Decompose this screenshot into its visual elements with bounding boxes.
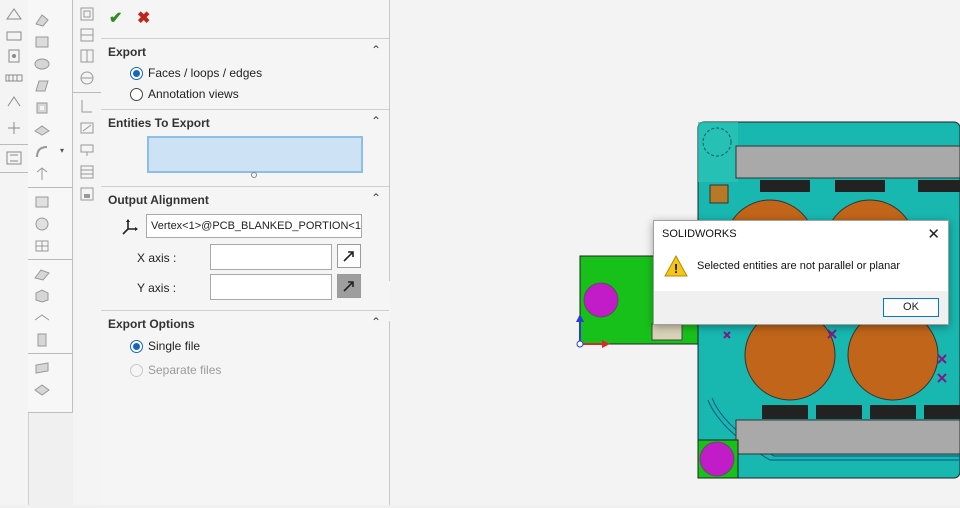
toolbar-separator [28,353,72,354]
sm-icon-8[interactable] [78,164,96,180]
close-icon[interactable]: ✕ [927,225,940,243]
left-toolbar-strip [0,0,29,505]
y-axis-label: Y axis : [137,281,177,295]
feature-icon-5[interactable] [33,100,51,116]
tool-icon-5[interactable] [5,93,23,109]
cross-icon[interactable]: ✖ [137,8,150,28]
radio-label: Separate files [148,363,222,377]
export-section: Export ⌃ Faces / loops / edges Annotatio… [101,38,389,109]
radio-button[interactable] [130,363,143,377]
feature-icon-3[interactable] [33,56,51,72]
toolbar-separator [0,172,28,173]
radio-button[interactable] [130,66,143,80]
y-axis-field[interactable] [210,274,332,300]
feature-icon-6[interactable] [33,122,51,138]
tool-icon-7[interactable] [5,150,23,166]
section-title: Output Alignment [108,193,209,207]
radio-button[interactable] [130,339,143,353]
dialog-title: SOLIDWORKS [662,228,737,240]
tool-icon-3[interactable] [5,48,23,64]
feature-icon-14[interactable] [33,310,51,326]
radio-label: Annotation views [148,87,239,101]
warning-icon: ! [664,254,688,277]
toolbar-separator [28,187,72,188]
collapse-chevron-icon[interactable]: ⌃ [371,191,381,205]
toolbar-separator [73,92,101,93]
toolbar-separator [28,259,72,260]
check-icon[interactable]: ✔ [109,8,122,28]
sm-icon-4[interactable] [78,70,96,86]
radio-single-file[interactable]: Single file [130,339,200,353]
x-axis-field[interactable] [210,244,332,270]
feature-icon-1[interactable] [33,12,51,28]
radio-annotation-views[interactable]: Annotation views [130,87,239,101]
radio-separate-files[interactable]: Separate files [130,363,221,377]
collapse-chevron-icon[interactable]: ⌃ [371,315,381,329]
feature-icon-8[interactable] [33,166,51,182]
dialog-body: ! Selected entities are not parallel or … [654,246,948,291]
entities-selection-box[interactable] [147,136,363,173]
section-title: Export Options [108,317,195,331]
sm-icon-1[interactable] [78,6,96,22]
sm-icon-9[interactable] [78,186,96,202]
sm-icon-6[interactable] [78,120,96,136]
feature-icon-9[interactable] [33,194,51,210]
sheetmetal-toolbar-strip [73,0,101,505]
collapse-chevron-icon[interactable]: ⌃ [371,114,381,128]
feature-icon-13[interactable] [33,288,51,304]
sm-icon-3[interactable] [78,48,96,64]
toolbar-separator [0,144,28,145]
arrow-direction-icon [343,251,354,262]
sm-icon-7[interactable] [78,142,96,158]
ok-button[interactable]: OK [883,298,939,317]
feature-icon-7[interactable] [33,144,51,160]
vertex-selection-field[interactable]: Vertex<1>@PCB_BLANKED_PORTION<1> [146,214,362,238]
tool-icon-4[interactable] [5,70,23,86]
feature-icon-10[interactable] [33,216,51,232]
y-axis-reverse-button[interactable] [337,274,361,298]
feature-icon-2[interactable] [33,34,51,50]
feature-icon-4[interactable] [33,78,51,94]
coordinate-axes-icon [121,218,139,236]
tool-icon-2[interactable] [5,28,23,44]
solidworks-warning-dialog: SOLIDWORKS ✕ ! Selected entities are not… [653,220,949,325]
x-axis-label: X axis : [137,251,177,265]
feature-icon-16[interactable] [33,360,51,376]
feature-icon-11[interactable] [33,238,51,254]
section-title: Export [108,45,147,59]
sm-icon-2[interactable] [78,27,96,43]
dropdown-arrow-icon[interactable]: ▾ [60,146,64,155]
export-property-manager: ✔ ✖ Export ⌃ Faces / loops / edges Annot… [101,0,390,505]
radio-label: Faces / loops / edges [148,66,263,80]
dialog-message: Selected entities are not parallel or pl… [697,260,901,272]
sm-icon-5[interactable] [78,98,96,114]
resize-handle[interactable] [251,172,257,178]
arrow-direction-icon [343,281,354,292]
x-axis-reverse-button[interactable] [337,244,361,268]
feature-toolbar-strip: ▾ [28,0,73,413]
feature-icon-15[interactable] [33,332,51,348]
collapse-chevron-icon[interactable]: ⌃ [371,43,381,57]
feature-icon-12[interactable] [33,266,51,282]
radio-label: Single file [148,339,201,353]
feature-icon-17[interactable] [33,382,51,398]
tool-icon-1[interactable] [5,6,23,22]
radio-button[interactable] [130,87,143,101]
tool-icon-6[interactable] [5,120,23,136]
export-options-section: Export Options ⌃ Single file Separate fi… [101,310,389,391]
radio-faces-loops-edges[interactable]: Faces / loops / edges [130,66,262,80]
section-title: Entities To Export [108,116,210,130]
